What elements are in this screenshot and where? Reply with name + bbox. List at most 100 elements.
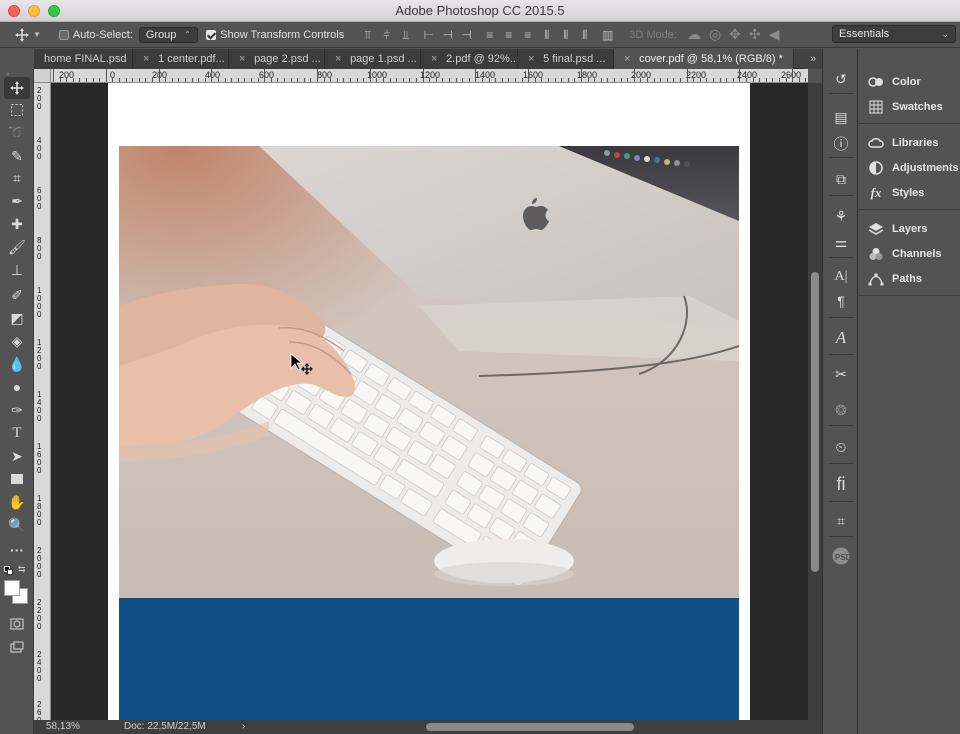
paint-bucket-tool-icon[interactable]: ◈ <box>4 330 30 352</box>
pen-tool-icon[interactable]: ✑ <box>4 399 30 421</box>
brush-presets-panel-icon[interactable]: ⚘ <box>830 206 852 226</box>
distribute-right-icon[interactable]: ⦀ <box>577 28 592 42</box>
panel-adjustments[interactable]: Adjustments <box>867 159 959 177</box>
clone-source-panel-icon[interactable]: ⧉ <box>830 169 852 189</box>
dodge-tool-icon[interactable]: ● <box>4 376 30 398</box>
3d-slide-icon[interactable]: ✣ <box>749 26 761 43</box>
show-transform-checkbox[interactable]: Show Transform Controls <box>206 29 344 41</box>
healing-brush-tool-icon[interactable]: ✚ <box>4 213 30 235</box>
fonts-panel-icon[interactable]: fi <box>830 474 852 494</box>
type-tool-icon[interactable]: T <box>4 422 30 444</box>
distribute-center-icon[interactable]: ≡ <box>501 28 516 42</box>
align-left-icon[interactable]: ⊢ <box>421 28 436 42</box>
clone-stamp-tool-icon[interactable]: ⊥ <box>4 259 30 281</box>
info-panel-icon[interactable]: ⓘ <box>830 133 852 153</box>
3d-roll-icon[interactable]: ◎ <box>709 26 721 43</box>
toolbar-collapse-icon[interactable]: » <box>6 71 28 78</box>
tab-5-final[interactable]: × 5 final.psd ... <box>518 49 614 69</box>
panel-paths[interactable]: Paths <box>867 270 922 288</box>
paragraph-panel-icon[interactable]: ¶ <box>830 291 852 311</box>
tab-1-center[interactable]: × 1 center.pdf... <box>133 49 229 69</box>
grid-panel-icon[interactable]: ⌗ <box>830 511 852 531</box>
tool-settings-panel-icon[interactable]: ✂ <box>830 364 852 384</box>
auto-select-checkbox[interactable]: Auto-Select: <box>58 29 133 41</box>
timeline-panel-icon[interactable]: ⏲ <box>830 437 852 457</box>
history-panel-icon[interactable]: ↺ <box>830 69 852 89</box>
panel-channels[interactable]: Channels <box>867 245 942 263</box>
character-panel-icon[interactable]: A| <box>830 267 852 287</box>
panel-libraries[interactable]: Libraries <box>867 134 938 152</box>
history-brush-tool-icon[interactable]: ✐ <box>4 284 30 306</box>
foreground-color-swatch[interactable] <box>4 580 20 596</box>
workspace-dropdown[interactable]: Essentials ⌄ <box>832 25 956 43</box>
close-tab-icon[interactable]: × <box>528 49 538 69</box>
tool-presets-panel-icon[interactable]: ⚌ <box>830 232 852 252</box>
brush-tool-icon[interactable]: 🖌 <box>4 236 30 258</box>
zoom-window-button[interactable] <box>48 5 60 17</box>
zoom-level[interactable]: 58,13% <box>46 720 80 734</box>
zoom-tool-icon[interactable]: 🔍 <box>4 514 30 536</box>
3d-panel-icon[interactable]: ❂ <box>830 400 852 420</box>
auto-select-target-dropdown[interactable]: Group ⌃ <box>138 26 199 43</box>
blur-tool-icon[interactable]: 💧 <box>4 353 30 375</box>
minimize-window-button[interactable] <box>28 5 40 17</box>
align-bottom-icon[interactable]: ⫫ <box>398 28 413 42</box>
move-tool-icon[interactable] <box>4 77 30 99</box>
close-window-button[interactable] <box>8 5 20 17</box>
properties-panel-icon[interactable]: ▤ <box>830 107 852 127</box>
tab-cover-pdf[interactable]: × cover.pdf @ 58,1% (RGB/8) * <box>614 49 794 69</box>
glyphs-panel-icon[interactable]: A <box>830 328 852 348</box>
align-horizontal-center-icon[interactable]: ⊣ <box>440 28 455 42</box>
keyboard-photo[interactable] <box>119 146 739 598</box>
tab-home-final[interactable]: home FINAL.psd <box>34 49 133 69</box>
crop-tool-icon[interactable]: ⌗ <box>4 167 30 189</box>
more-tools-icon[interactable]: ··· <box>4 539 30 561</box>
default-colors-icon[interactable] <box>4 566 13 575</box>
path-selection-tool-icon[interactable]: ➤ <box>4 445 30 467</box>
screen-mode-icon[interactable] <box>4 636 30 658</box>
marquee-tool-icon[interactable] <box>4 99 30 121</box>
horizontal-scroll-thumb[interactable] <box>426 723 634 731</box>
3d-scale-icon[interactable]: ◀ <box>769 26 780 43</box>
vertical-scrollbar[interactable] <box>808 83 822 720</box>
close-tab-icon[interactable]: × <box>335 49 345 69</box>
distribute-hcenter-icon[interactable]: ⦀ <box>558 28 573 42</box>
auto-align-icon[interactable]: ▥ <box>600 28 615 42</box>
ruler-origin[interactable] <box>34 69 51 83</box>
close-tab-icon[interactable]: × <box>624 49 634 69</box>
quick-selection-tool-icon[interactable]: ✎ <box>4 145 30 167</box>
vertical-scroll-thumb[interactable] <box>811 272 819 572</box>
vertical-ruler[interactable]: 2 0 0 4 0 0 6 0 0 8 0 0 1 0 0 0 1 2 0 0 … <box>34 83 51 720</box>
panel-swatches[interactable]: Swatches <box>867 98 943 116</box>
tab-page-2[interactable]: × page 2.psd ... <box>229 49 325 69</box>
align-right-icon[interactable]: ⊣ <box>459 28 474 42</box>
document-canvas[interactable] <box>51 83 808 720</box>
panel-color[interactable]: Color <box>867 73 921 91</box>
3d-drag-icon[interactable]: ✥ <box>729 26 741 43</box>
eraser-tool-icon[interactable]: ◩ <box>4 307 30 329</box>
close-tab-icon[interactable]: × <box>239 49 249 69</box>
distribute-top-icon[interactable]: ≡ <box>482 28 497 42</box>
psd-panel-icon[interactable]: PSD <box>830 546 852 566</box>
close-tab-icon[interactable]: × <box>143 49 153 69</box>
blue-color-block[interactable] <box>119 598 739 720</box>
rectangle-tool-icon[interactable] <box>4 468 30 490</box>
eyedropper-tool-icon[interactable]: ✒ <box>4 190 30 212</box>
align-vertical-center-icon[interactable]: ⫩ <box>379 28 394 42</box>
tab-2-pdf[interactable]: × 2.pdf @ 92%... <box>421 49 518 69</box>
quick-mask-icon[interactable] <box>4 613 30 635</box>
lasso-tool-icon[interactable]: ➰ <box>4 121 30 143</box>
tab-overflow-button[interactable]: » <box>804 49 822 69</box>
distribute-left-icon[interactable]: ⦀ <box>539 28 554 42</box>
swap-colors-icon[interactable]: ⇆ <box>18 564 26 575</box>
tab-page-1[interactable]: × page 1.psd ... <box>325 49 421 69</box>
horizontal-ruler[interactable]: 200 0 200 400 600 800 1000 1200 1400 160… <box>51 69 808 83</box>
panel-layers[interactable]: Layers <box>867 220 927 238</box>
close-tab-icon[interactable]: × <box>431 49 441 69</box>
move-tool-preset-icon[interactable]: ▼ <box>14 27 41 43</box>
distribute-bottom-icon[interactable]: ≡ <box>520 28 535 42</box>
align-top-icon[interactable]: ⫪ <box>360 28 375 42</box>
status-menu-arrow-icon[interactable]: › <box>242 720 245 734</box>
document-page[interactable] <box>108 83 750 720</box>
panel-styles[interactable]: fx Styles <box>867 184 925 202</box>
